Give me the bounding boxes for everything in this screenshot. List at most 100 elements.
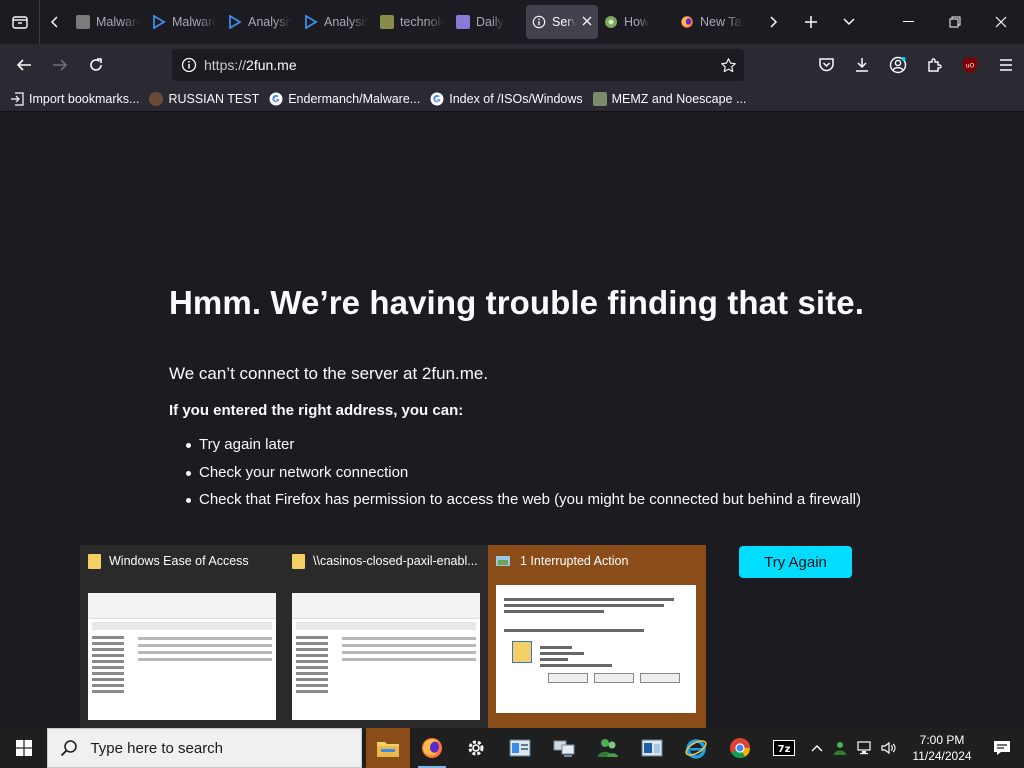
suggestion-list: Try again later Check your network conne… <box>185 435 861 518</box>
back-button[interactable] <box>6 49 42 81</box>
tab-7[interactable]: How <box>598 5 674 39</box>
tab-1[interactable]: Malware <box>146 5 222 39</box>
taskbar-internet-explorer[interactable] <box>674 728 718 768</box>
taskbar-chrome[interactable] <box>718 728 762 768</box>
thumbnail-title: 1 Interrupted Action <box>520 554 629 568</box>
minimize-button[interactable] <box>886 0 932 44</box>
tab-3[interactable]: Analysis <box>298 5 374 39</box>
list-all-tabs-button[interactable] <box>830 0 868 44</box>
download-icon <box>856 58 868 72</box>
google-icon <box>269 92 283 106</box>
gear-icon <box>468 740 484 756</box>
bookmark-label: Index of /ISOs/Windows <box>449 91 583 106</box>
restore-icon <box>949 16 961 28</box>
url-bar[interactable]: https://2fun.me <box>172 49 744 81</box>
bookmark-item-0[interactable]: Import bookmarks... <box>10 92 139 106</box>
taskbar-settings[interactable] <box>454 728 498 768</box>
taskbar-7zip[interactable]: 7z <box>762 728 806 768</box>
internet-explorer-icon <box>685 739 707 759</box>
forward-button[interactable] <box>42 49 78 81</box>
notification-icon <box>994 741 1010 755</box>
users-icon <box>598 739 618 757</box>
show-hidden-icons-button[interactable] <box>806 728 828 768</box>
url-text: https://2fun.me <box>204 57 297 73</box>
tab-0[interactable]: Malware <box>70 5 146 39</box>
taskbar-app-window-2[interactable] <box>630 728 674 768</box>
url-scheme: https:// <box>204 57 247 73</box>
tab-title: How <box>624 15 650 29</box>
start-button[interactable] <box>0 728 47 768</box>
reload-icon <box>90 58 102 71</box>
chevron-left-icon <box>50 16 58 28</box>
taskbar-file-explorer[interactable] <box>366 728 410 768</box>
taskbar-search-box[interactable]: Type here to search <box>47 728 362 768</box>
minimize-icon <box>903 21 914 22</box>
tray-user-app[interactable] <box>830 728 852 768</box>
analysis-site-icon <box>304 15 318 29</box>
downloads-button[interactable] <box>844 49 880 81</box>
bookmark-item-2[interactable]: Endermanch/Malware... <box>269 92 420 106</box>
tabs-scroll-left-button[interactable] <box>40 0 70 44</box>
analysis-site-icon <box>152 15 166 29</box>
firefox-icon <box>422 738 442 758</box>
taskbar-app-window[interactable] <box>498 728 542 768</box>
pocket-button[interactable] <box>808 49 844 81</box>
firefox-icon <box>680 15 694 29</box>
tabs-scroll-right-button[interactable] <box>754 0 792 44</box>
pocket-icon <box>818 58 834 72</box>
thumbnail-header: Windows Ease of Access <box>88 551 276 571</box>
error-message: We can’t connect to the server at 2fun.m… <box>169 364 489 383</box>
close-window-button[interactable] <box>978 0 1024 44</box>
error-title: Hmm. We’re having trouble finding that s… <box>169 284 865 321</box>
reload-button[interactable] <box>78 49 114 81</box>
network-status-button[interactable] <box>854 728 876 768</box>
bookmark-item-4[interactable]: MEMZ and Noescape ... <box>592 91 746 106</box>
notification-center-button[interactable] <box>984 728 1020 768</box>
ublock-icon: uO <box>963 57 977 73</box>
plus-icon <box>805 16 817 28</box>
app-window-icon <box>641 739 663 757</box>
search-icon <box>61 740 78 757</box>
thumbnail-ease-of-access[interactable]: Windows Ease of Access <box>80 545 284 728</box>
ublock-button[interactable]: uO <box>952 49 988 81</box>
bookmark-item-1[interactable]: RUSSIAN TEST <box>149 91 259 106</box>
menu-button[interactable] <box>988 49 1024 81</box>
thumbnail-interrupted-action[interactable]: 1 Interrupted Action <box>488 545 706 728</box>
daily-site-icon <box>456 15 470 29</box>
tab-8[interactable]: New Tab <box>674 5 750 39</box>
new-tab-button[interactable] <box>792 0 830 44</box>
tab-2[interactable]: Analysis <box>222 5 298 39</box>
bookmark-item-3[interactable]: Index of /ISOs/Windows <box>430 91 583 106</box>
volume-button[interactable] <box>878 728 900 768</box>
globe-icon <box>604 15 618 29</box>
search-placeholder: Type here to search <box>90 739 224 757</box>
bookmark-label: Import bookmarks... <box>29 91 140 106</box>
svg-text:uO: uO <box>966 63 975 70</box>
thumbnail-title: \\casinos-closed-paxil-enabl... <box>313 554 478 568</box>
try-again-button[interactable]: Try Again <box>739 546 852 578</box>
restore-button[interactable] <box>932 0 978 44</box>
taskbar-network-app[interactable] <box>542 728 586 768</box>
tab-title: Analysis <box>248 15 292 29</box>
tab-4[interactable]: technology <box>374 5 450 39</box>
close-icon <box>582 16 592 26</box>
taskbar-firefox[interactable] <box>410 728 454 768</box>
site-info-button[interactable] <box>174 57 204 73</box>
chevron-down-icon <box>843 18 855 26</box>
bookmark-star-button[interactable] <box>712 57 744 74</box>
extensions-button[interactable] <box>916 49 952 81</box>
tab-title: Analysis <box>324 15 368 29</box>
thumbnail-network-folder[interactable]: \\casinos-closed-paxil-enabl... <box>284 545 488 728</box>
taskbar-users-app[interactable] <box>586 728 630 768</box>
bookmarks-toolbar: Import bookmarks... RUSSIAN TEST Endermanc… <box>0 86 1024 112</box>
account-button[interactable] <box>880 49 916 81</box>
tab-close-button[interactable] <box>582 15 592 29</box>
close-icon <box>995 16 1007 28</box>
firefox-view-button[interactable] <box>0 0 40 44</box>
arrow-left-icon <box>16 59 31 71</box>
tab-6[interactable]: Server Not Found <box>526 5 598 39</box>
thumbnail-header: \\casinos-closed-paxil-enabl... <box>292 551 480 571</box>
tab-5[interactable]: Daily <box>450 5 526 39</box>
taskbar-clock[interactable]: 7:00 PM 11/24/2024 <box>902 732 982 764</box>
firefox-view-icon <box>11 16 28 29</box>
